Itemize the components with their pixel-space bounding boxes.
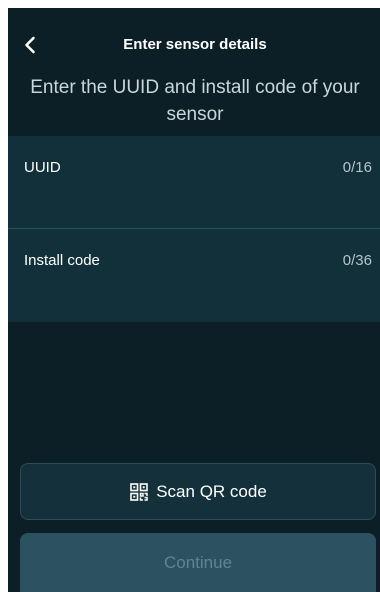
corner-decoration xyxy=(8,8,15,15)
install-code-char-counter: 0/36 xyxy=(342,252,372,269)
uuid-field[interactable]: UUID 0/16 xyxy=(8,136,380,229)
uuid-input[interactable] xyxy=(24,188,372,216)
continue-label: Continue xyxy=(163,552,233,572)
sensor-form: UUID 0/16 Install code 0/36 xyxy=(8,136,380,322)
page-title: Enter sensor details xyxy=(123,36,267,53)
install-code-field[interactable]: Install code 0/36 xyxy=(8,229,380,322)
install-code-input[interactable] xyxy=(24,281,372,309)
sensor-details-screen: Enter sensor details Enter the UUID and … xyxy=(8,8,380,592)
uuid-char-counter: 0/16 xyxy=(342,159,372,176)
continue-button[interactable]: Continue xyxy=(20,533,376,592)
scan-qr-code-label: Scan QR code xyxy=(156,481,267,501)
instruction-text: Enter the UUID and install code of your … xyxy=(30,77,360,125)
header-bar: Enter sensor details xyxy=(8,28,380,62)
scan-qr-code-button[interactable]: Scan QR code xyxy=(20,463,376,520)
install-code-label: Install code xyxy=(24,252,100,269)
qr-code-icon xyxy=(129,482,149,502)
uuid-label: UUID xyxy=(24,159,61,176)
